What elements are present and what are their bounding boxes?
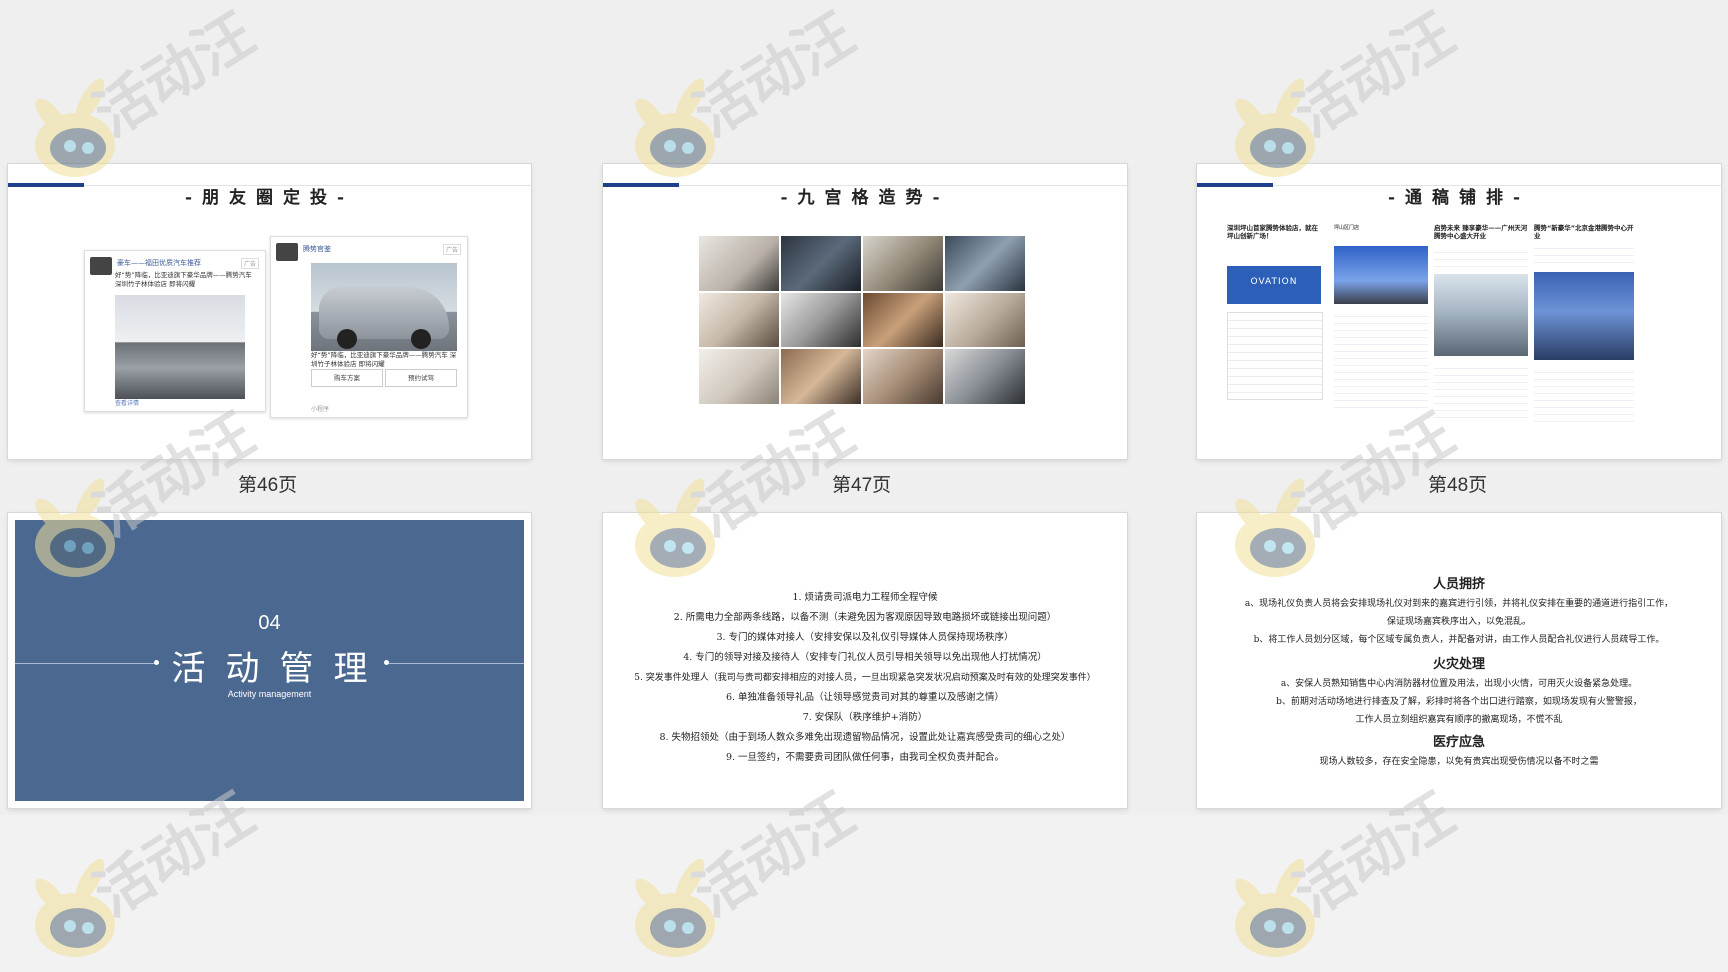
post-author: 腾势官鉴 bbox=[303, 245, 331, 253]
list-item: 3. 专门的媒体对接人（安排安保以及礼仪引导媒体人员保持现场秩序） bbox=[716, 632, 1014, 643]
wechat-moment-post: 豪车——福田优质汽车推荐 广告 好“势”降临，比亚迪旗下豪华品牌——腾势汽车 深… bbox=[84, 250, 266, 412]
avatar bbox=[276, 243, 298, 261]
article-body bbox=[1434, 362, 1528, 422]
slide-thumbnail-checklist[interactable]: 1. 烦请贵司派电力工程师全程守候 2. 所需电力全部两条线路，以备不测（未避免… bbox=[603, 513, 1127, 808]
test-drive-button: 预约试驾 bbox=[385, 369, 457, 387]
post-footer: 查看详情 bbox=[115, 400, 140, 407]
event-photo bbox=[863, 292, 943, 348]
event-photo bbox=[781, 236, 861, 291]
list-item: 4. 专门的领导对接及接待人（安排专门礼仪人员引导相关领导以免出现他人打扰情况） bbox=[683, 652, 1047, 663]
event-photo bbox=[945, 236, 1025, 291]
wheel bbox=[411, 329, 431, 349]
event-photo bbox=[699, 292, 779, 348]
banner-logo-text: OVATION bbox=[1250, 277, 1298, 287]
ceremony-photo bbox=[1534, 272, 1634, 360]
wheel bbox=[337, 329, 357, 349]
list-item: 5. 突发事件处理人（我司与贵司都安排相应的对接人员，一旦出现紧急突发状况启动预… bbox=[634, 673, 1096, 683]
press-article: 坪山区门店 bbox=[1334, 224, 1428, 424]
section-line: b、将工作人员划分区域，每个区域专属负责人，并配备对讲，由工作人员配合礼仪进行人… bbox=[1253, 635, 1665, 645]
car-shape bbox=[319, 287, 449, 339]
event-photo bbox=[863, 349, 943, 404]
section-line: b、前期对活动场地进行排查及了解，彩排时将各个出口进行踏察，如现场发现有火警警报… bbox=[1276, 697, 1642, 707]
showroom-photo bbox=[115, 295, 245, 399]
article-headline: 深圳坪山首家腾势体验店，就在坪山创新广场！ bbox=[1227, 224, 1318, 240]
watermark-text: 活动汪 bbox=[682, 0, 866, 150]
photo-grid bbox=[699, 236, 1025, 404]
list-item: 2. 所需电力全部两条线路，以备不测（未避免因为客观原因导致电路损坏或链接出现问… bbox=[673, 612, 1057, 623]
post-text: 好“势”降临，比亚迪旗下豪华品牌——腾势汽车 深圳竹子林体验店 即将闪耀 bbox=[311, 351, 457, 368]
event-photo bbox=[1434, 274, 1528, 356]
article-headline: 腾势“新豪华”北京金港腾势中心开业 bbox=[1534, 224, 1634, 240]
section-medical: 医疗应急 现场人数较多，存在安全隐患，以免有贵宾出现受伤情况以备不时之需 bbox=[1197, 733, 1721, 771]
article-body bbox=[1434, 246, 1528, 270]
section-line: 工作人员立刻组织嘉宾有顺序的撤离现场，不慌不乱 bbox=[1355, 715, 1563, 725]
event-photo bbox=[863, 236, 943, 291]
wechat-moment-post: 腾势官鉴 广告 好“势”降临，比亚迪旗下豪华品牌——腾势汽车 深圳竹子林体验店 … bbox=[270, 236, 468, 418]
press-article: 启势未来 臻享豪华——广州天河腾势中心盛大开业 bbox=[1434, 224, 1528, 424]
page-label-46: 第46页 bbox=[238, 475, 298, 496]
section-subtitle: Activity management bbox=[227, 689, 312, 699]
slide-title: -朋友圈定投- bbox=[184, 188, 355, 208]
slide-thumbnail-section[interactable]: 04 活动管理 Activity management bbox=[8, 513, 531, 808]
article-body bbox=[1227, 312, 1323, 400]
section-fire: 火灾处理 a、安保人员熟知销售中心内消防器材位置及用法，出现小火情，可用灭火设备… bbox=[1197, 655, 1721, 729]
section-number: 04 bbox=[258, 612, 281, 634]
slide-thumbnail-emergency[interactable]: 人员拥挤 a、现场礼仪负责人员将会安排现场礼仪对到来的嘉宾进行引领，并将礼仪安排… bbox=[1197, 513, 1721, 808]
page-label-48: 第48页 bbox=[1428, 475, 1488, 496]
list-item: 9. 一旦签约，不需要贵司团队做任何事，由我司全权负责并配合。 bbox=[725, 752, 1005, 763]
event-photo bbox=[945, 349, 1025, 404]
list-item: 8. 失物招领处（由于到场人数众多难免出现遗留物品情况，设置此处让嘉宾感受贵司的… bbox=[659, 732, 1071, 743]
article-body bbox=[1334, 310, 1428, 410]
checklist: 1. 烦请贵司派电力工程师全程守候 2. 所需电力全部两条线路，以备不测（未避免… bbox=[603, 588, 1127, 768]
mascot-icon bbox=[1235, 78, 1315, 177]
article-body bbox=[1534, 366, 1634, 422]
buy-plan-button: 购车方案 bbox=[311, 369, 383, 387]
list-item: 6. 单独准备领导礼品（让领导感觉贵司对其的尊重以及感谢之情） bbox=[725, 692, 1005, 703]
section-crowd: 人员拥挤 a、现场礼仪负责人员将会安排现场礼仪对到来的嘉宾进行引领，并将礼仪安排… bbox=[1197, 575, 1721, 649]
press-article: 腾势“新豪华”北京金港腾势中心开业 bbox=[1534, 224, 1634, 424]
mascot-icon bbox=[635, 78, 715, 177]
post-text: 好“势”降临，比亚迪旗下豪华品牌——腾势汽车 深圳竹子林体验店 即将闪耀 bbox=[115, 271, 252, 288]
section-line: a、现场礼仪负责人员将会安排现场礼仪对到来的嘉宾进行引领，并将礼仪安排在重要的通… bbox=[1244, 599, 1674, 609]
slide-title: -九宫格造势- bbox=[780, 188, 950, 208]
event-photo bbox=[781, 349, 861, 404]
mascot-icon bbox=[35, 78, 115, 177]
article-headline: 坪山区门店 bbox=[1334, 225, 1360, 231]
event-photo bbox=[781, 292, 861, 348]
slide-title: -通稿铺排- bbox=[1387, 188, 1531, 208]
lower-background bbox=[0, 815, 1728, 972]
slide-thumbnail-47[interactable]: -九宫格造势- bbox=[603, 164, 1127, 459]
watermark-text: 活动汪 bbox=[1282, 0, 1466, 150]
event-photo bbox=[945, 292, 1025, 348]
slide-thumbnail-48[interactable]: -通稿铺排- 深圳坪山首家腾势体验店，就在坪山创新广场！ OVATION 坪山区… bbox=[1197, 164, 1721, 459]
post-footer: 小程序 bbox=[311, 406, 330, 413]
post-author: 豪车——福田优质汽车推荐 bbox=[117, 259, 201, 267]
list-item: 1. 烦请贵司派电力工程师全程守候 bbox=[792, 592, 938, 603]
section-heading: 人员拥挤 bbox=[1432, 577, 1485, 592]
avatar bbox=[90, 257, 112, 275]
section-line: 现场人数较多，存在安全隐患，以免有贵宾出现受伤情况以备不时之需 bbox=[1319, 757, 1599, 767]
article-headline: 启势未来 臻享豪华——广州天河腾势中心盛大开业 bbox=[1434, 224, 1528, 240]
list-item: 7. 安保队（秩序维护+消防） bbox=[802, 712, 928, 723]
event-photo bbox=[699, 236, 779, 291]
event-photo bbox=[699, 349, 779, 404]
slide-thumbnail-46[interactable]: -朋友圈定投- 豪车——福田优质汽车推荐 广告 好“势”降临，比亚迪旗下豪华品牌… bbox=[8, 164, 531, 459]
section-line: 保证现场嘉宾秩序出入，以免混乱。 bbox=[1386, 617, 1531, 627]
watermark-text: 活动汪 bbox=[82, 0, 266, 150]
store-photo bbox=[1334, 246, 1428, 304]
ovation-banner: OVATION bbox=[1227, 266, 1321, 304]
press-article: 深圳坪山首家腾势体验店，就在坪山创新广场！ OVATION bbox=[1227, 224, 1323, 424]
section-line: a、安保人员熟知销售中心内消防器材位置及用法，出现小火情，可用灭火设备紧急处理。 bbox=[1280, 679, 1638, 689]
ad-tag: 广告 bbox=[442, 244, 461, 255]
ad-tag: 广告 bbox=[240, 258, 259, 269]
section-heading: 医疗应急 bbox=[1432, 735, 1485, 750]
section-heading: 火灾处理 bbox=[1432, 657, 1485, 672]
section-title: 活动管理 bbox=[171, 649, 388, 689]
article-body bbox=[1534, 242, 1634, 268]
page-label-47: 第47页 bbox=[832, 475, 892, 496]
